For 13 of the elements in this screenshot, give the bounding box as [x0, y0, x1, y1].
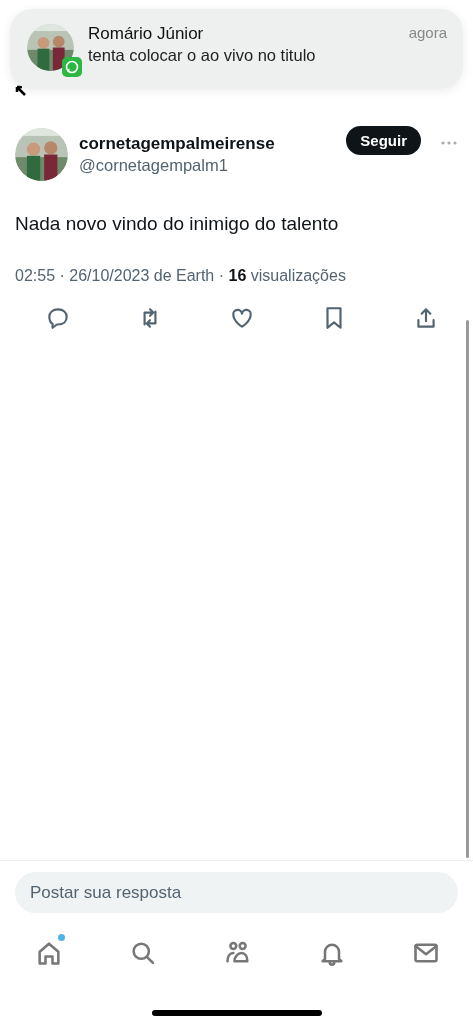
notification-banner[interactable]: Romário Júnior agora tenta colocar o ao vivo no titulo	[10, 9, 463, 89]
notification-time: agora	[408, 24, 447, 43]
reply-icon[interactable]	[45, 305, 71, 331]
reply-field[interactable]: Postar sua resposta	[15, 872, 458, 913]
post-text: Nada novo vindo do inimigo do talento	[15, 213, 340, 235]
chat-app-icon	[62, 57, 82, 77]
display-name[interactable]: cornetagempalmeirense	[79, 134, 336, 154]
follow-button[interactable]: Seguir	[346, 126, 421, 155]
home-icon[interactable]	[35, 939, 63, 967]
user-handle[interactable]: @cornetagempalm1	[79, 156, 336, 175]
sender-name: Romário Júnior	[88, 24, 204, 44]
notification-message: tenta colocar o ao vivo no titulo	[88, 46, 317, 65]
post-meta: 02:55 · 26/10/2023 de Earth · 16 visualizações	[15, 267, 347, 285]
